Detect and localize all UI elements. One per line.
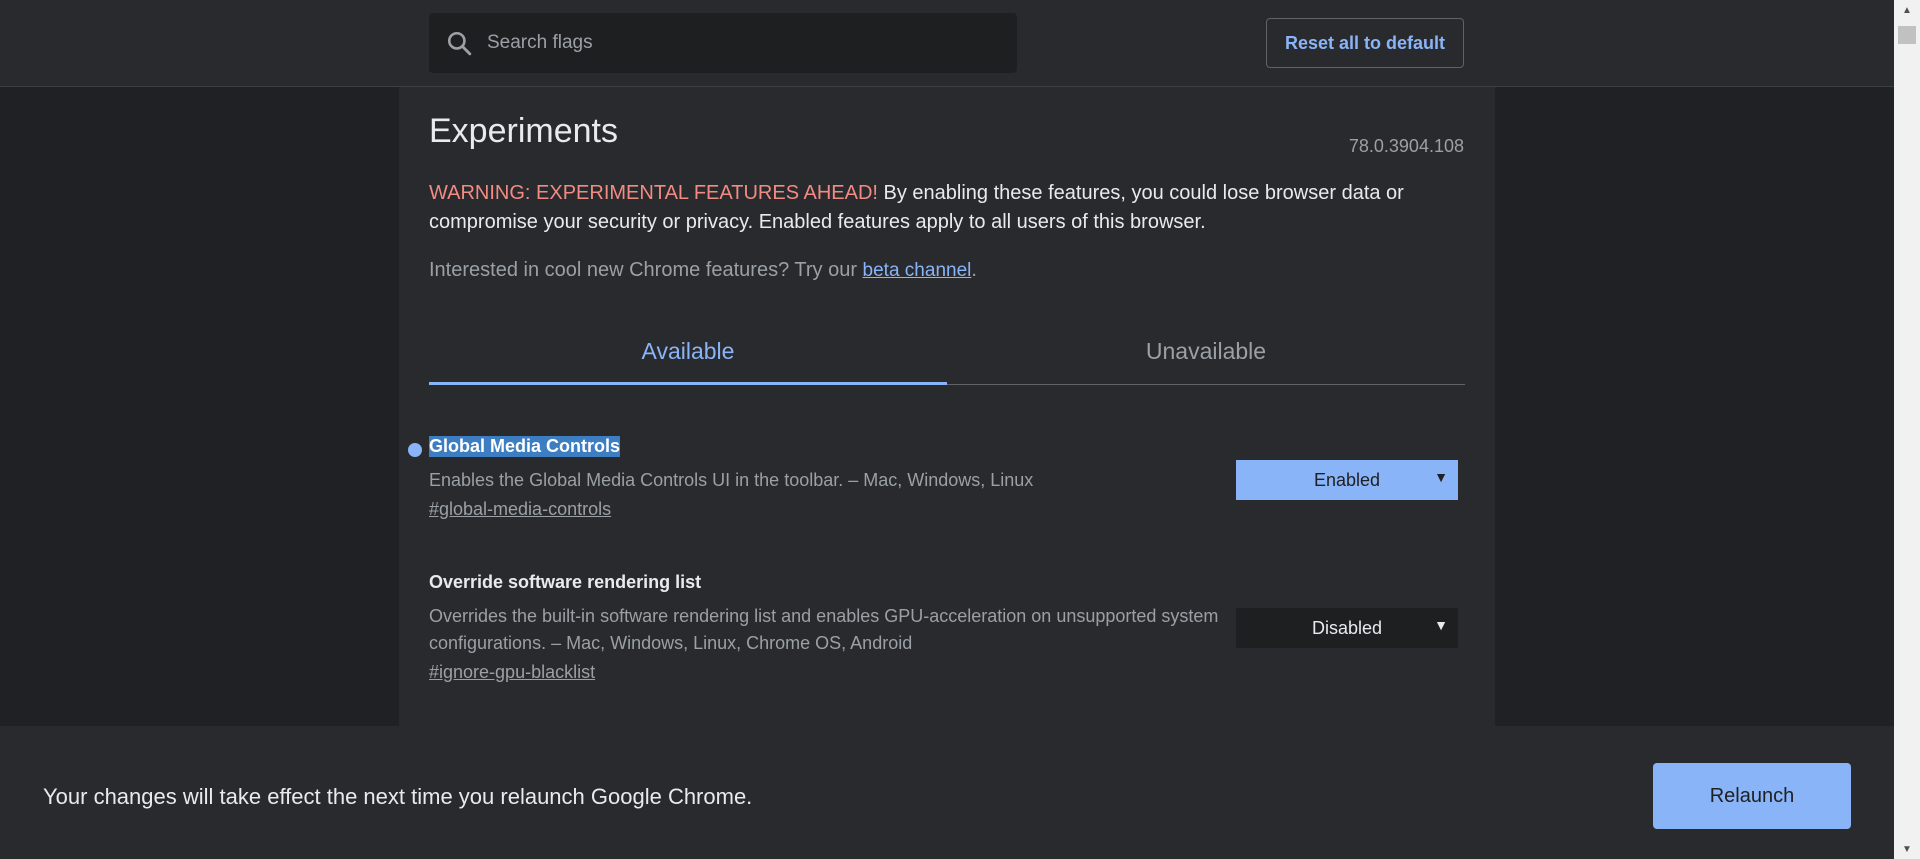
scroll-down-arrow-icon[interactable]: ▼ [1894,839,1920,859]
flag-description: Enables the Global Media Controls UI in … [429,470,1034,490]
flag-anchor-link[interactable]: #global-media-controls [429,499,611,520]
version-label: 78.0.3904.108 [1348,136,1464,156]
flag-state-select[interactable]: Enabled ▼ [1236,460,1458,500]
relaunch-message: Your changes will take effect the next t… [43,784,753,809]
relaunch-button[interactable]: Relaunch [1653,763,1851,829]
chevron-down-icon: ▼ [1434,617,1448,633]
flag-state-select[interactable]: Disabled ▼ [1236,608,1458,648]
scrollbar[interactable]: ▲ ▼ [1894,0,1920,859]
flag-title: Global Media Controls [429,436,621,457]
flag-description: Overrides the built-in software renderin… [429,606,1219,653]
page-title: Experiments [429,112,618,150]
warning-message: WARNING: EXPERIMENTAL FEATURES AHEAD! By… [429,179,1469,237]
flag-title: Override software rendering list [429,572,702,592]
search-box[interactable] [429,13,1017,73]
search-icon [445,29,473,57]
tab-bar: Available Unavailable [429,318,1465,385]
header-bar: Reset all to default [0,0,1894,87]
beta-promo-suffix: . [971,259,977,281]
warning-heading: WARNING: EXPERIMENTAL FEATURES AHEAD! [429,182,878,204]
scroll-thumb[interactable] [1898,26,1916,44]
scroll-up-arrow-icon[interactable]: ▲ [1894,0,1920,20]
beta-promo-text: Interested in cool new Chrome features? … [429,259,863,281]
flag-anchor-link[interactable]: #ignore-gpu-blacklist [429,662,595,683]
flag-state-value: Enabled [1313,469,1381,490]
relaunch-footer: Your changes will take effect the next t… [0,726,1894,859]
beta-promo: Interested in cool new Chrome features? … [429,259,977,282]
tab-unavailable[interactable]: Unavailable [947,318,1465,384]
modified-indicator-dot [408,443,422,457]
beta-channel-link[interactable]: beta channel [863,260,972,281]
search-input[interactable] [485,31,989,55]
tab-available[interactable]: Available [429,318,947,385]
flag-state-value: Disabled [1311,617,1383,638]
reset-all-button[interactable]: Reset all to default [1266,18,1464,68]
chevron-down-icon: ▼ [1434,469,1448,485]
